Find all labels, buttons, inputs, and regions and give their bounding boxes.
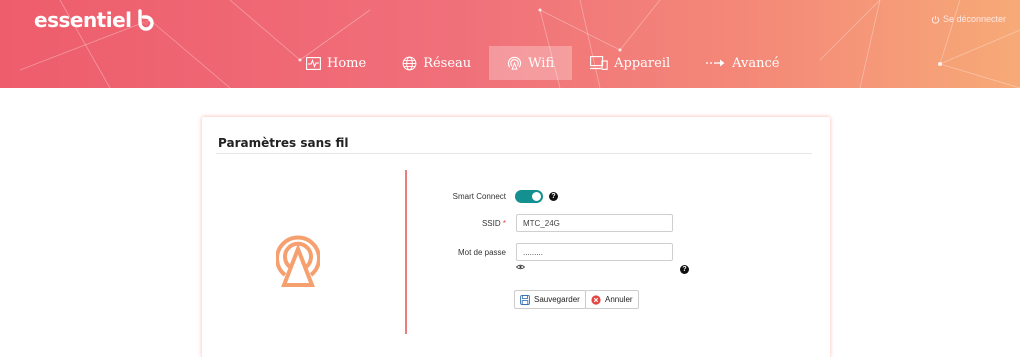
show-password-icon[interactable] (516, 264, 525, 270)
ssid-label: SSID * (416, 219, 506, 228)
cancel-label: Annuler (605, 295, 633, 304)
nav-label: Réseau (423, 55, 472, 71)
globe-icon (402, 56, 417, 70)
ssid-label-text: SSID (481, 219, 501, 228)
password-help-icon[interactable]: ? (680, 265, 689, 274)
nav-appareil[interactable]: Appareil (572, 46, 688, 80)
logo-text: essentiel (34, 8, 132, 32)
smart-connect-toggle[interactable] (515, 190, 543, 203)
title-divider (216, 153, 812, 154)
nav-label: Avancé (732, 55, 780, 71)
main-nav: Home Réseau Wifi Appareil Avancé (292, 46, 797, 80)
power-icon (931, 15, 940, 24)
password-label: Mot de passe (457, 248, 506, 257)
required-marker: * (502, 219, 506, 228)
nav-reseau[interactable]: Réseau (384, 46, 489, 80)
card-title: Paramètres sans fil (218, 136, 349, 150)
nav-home[interactable]: Home (292, 46, 384, 80)
section-divider (405, 170, 407, 334)
save-label: Sauvegarder (534, 295, 580, 304)
smart-connect-help-icon[interactable]: ? (549, 192, 558, 201)
nav-label: Home (327, 55, 367, 71)
arrow-right-icon (706, 59, 725, 67)
top-header: essentiel Se déconnecter Home Réseau Wif… (0, 0, 1020, 88)
nav-avance[interactable]: Avancé (688, 46, 797, 80)
save-button[interactable]: Sauvegarder (514, 290, 586, 309)
wifi-icon (508, 56, 522, 70)
logout-label: Se déconnecter (942, 14, 1006, 24)
brand-logo[interactable]: essentiel (34, 8, 157, 32)
devices-icon (590, 56, 608, 70)
ssid-input[interactable] (516, 214, 673, 232)
nav-wifi[interactable]: Wifi (489, 46, 573, 80)
cancel-button[interactable]: Annuler (585, 290, 639, 309)
activity-icon (306, 56, 321, 70)
nav-label: Wifi (528, 55, 555, 71)
logo-b-icon (135, 9, 157, 31)
nav-label: Appareil (614, 55, 671, 71)
smart-connect-label: Smart Connect (452, 192, 506, 201)
cancel-x-icon (591, 294, 601, 305)
floppy-disk-icon (520, 294, 530, 305)
wifi-illustration-icon (276, 235, 320, 287)
wireless-settings-card: Paramètres sans fil Smart Connect ? SSID… (202, 117, 830, 357)
password-input[interactable] (516, 243, 673, 261)
logout-link[interactable]: Se déconnecter (931, 14, 1006, 24)
toggle-knob (532, 192, 541, 201)
